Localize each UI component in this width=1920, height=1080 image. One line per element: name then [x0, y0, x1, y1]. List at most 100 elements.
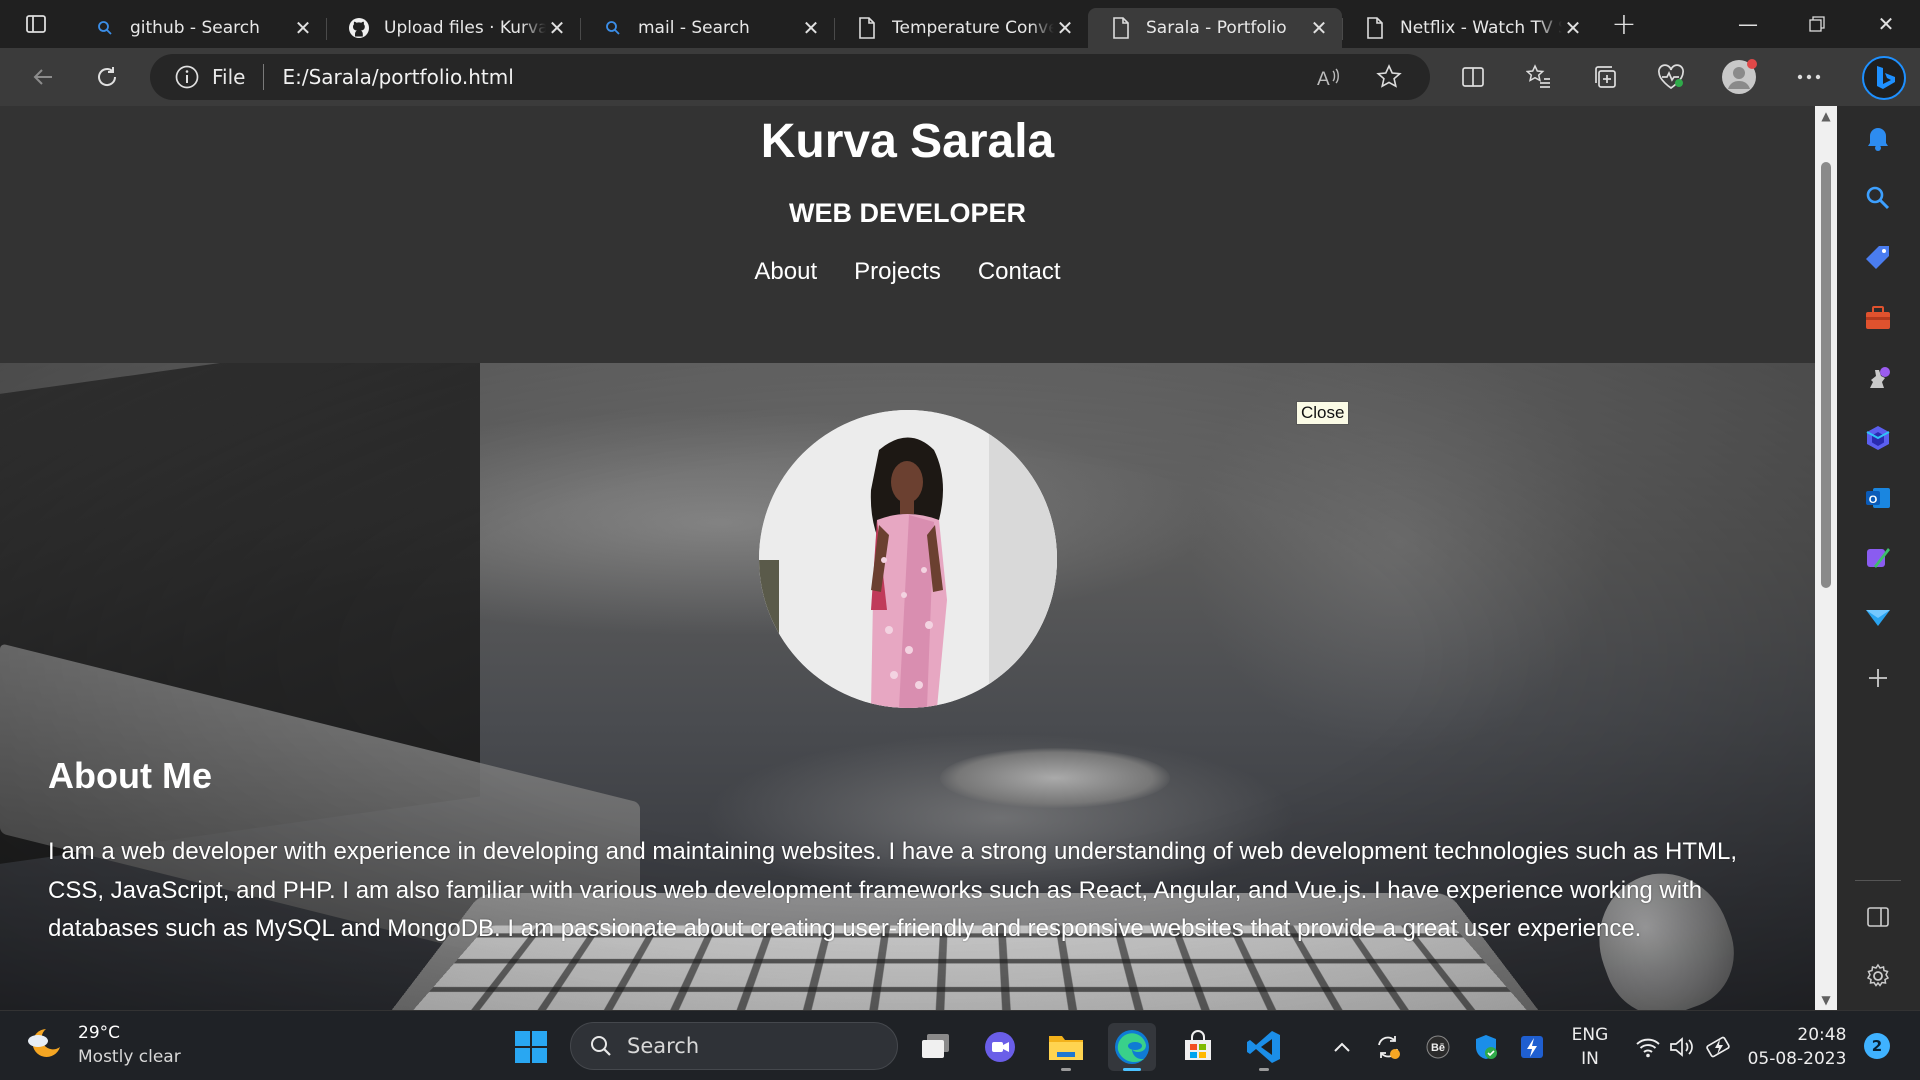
volume-icon[interactable] [1664, 1023, 1700, 1071]
tab-title: Upload files · Kurvas [384, 18, 546, 38]
settings-gear-icon[interactable] [1858, 956, 1898, 996]
collections-icon [1595, 66, 1616, 88]
tab-mail-search[interactable]: mail - Search ✕ [580, 8, 834, 48]
more-dots-icon [1797, 74, 1821, 80]
profile-button[interactable] [1716, 54, 1762, 100]
refresh-button[interactable] [84, 54, 130, 100]
nav-link-projects[interactable]: Projects [854, 258, 941, 286]
scroll-thumb[interactable] [1821, 162, 1831, 588]
tools-briefcase-icon[interactable] [1858, 298, 1898, 338]
tab-temperature-converter[interactable]: Temperature Converter ✕ [834, 8, 1088, 48]
weather-widget[interactable]: 29°C Mostly clear [24, 1021, 181, 1069]
about-paragraph: I am a web developer with experience in … [48, 838, 1738, 942]
search-icon[interactable] [1858, 178, 1898, 218]
avatar-icon [1722, 59, 1757, 94]
favorites-list-icon [1526, 64, 1550, 88]
system-clock[interactable]: 20:48 05-08-2023 [1746, 1023, 1848, 1071]
tab-sarala-portfolio[interactable]: Sarala - Portfolio ✕ [1088, 8, 1342, 48]
split-screen-button[interactable] [1450, 54, 1496, 100]
windows-taskbar: 29°C Mostly clear Search Bē ENG IN 20:48… [0, 1010, 1920, 1080]
tab-actions-icon [26, 15, 46, 33]
chat-icon [985, 1032, 1015, 1062]
add-sidebar-app-icon[interactable] [1858, 658, 1898, 698]
outlook-icon[interactable]: O [1858, 478, 1898, 518]
scroll-up-arrow-icon[interactable]: ▲ [1815, 106, 1837, 126]
new-tab-button[interactable]: + [1600, 4, 1648, 44]
chevron-up-icon [1334, 1042, 1350, 1052]
tab-close-button[interactable]: ✕ [292, 16, 314, 40]
microsoft-365-icon[interactable] [1858, 418, 1898, 458]
wifi-icon[interactable] [1628, 1023, 1668, 1071]
tab-netflix[interactable]: Netflix - Watch TV Shows ✕ [1342, 8, 1596, 48]
microsoft-store-button[interactable] [1174, 1023, 1222, 1071]
show-hidden-icons-button[interactable] [1324, 1023, 1360, 1071]
scroll-down-arrow-icon[interactable]: ▼ [1815, 990, 1837, 1010]
more-options-button[interactable] [1786, 54, 1832, 100]
games-chess-icon[interactable] [1858, 358, 1898, 398]
notification-badge[interactable]: 2 [1864, 1033, 1890, 1059]
restore-icon [1809, 16, 1825, 32]
nav-link-contact[interactable]: Contact [978, 258, 1061, 286]
scheme-label: File [212, 65, 246, 89]
restore-button[interactable] [1782, 0, 1852, 48]
moon-cloud-icon [28, 1029, 60, 1057]
browser-essentials-button[interactable] [1648, 54, 1694, 100]
page-scrollbar[interactable]: ▲ ▼ [1815, 106, 1837, 1010]
region-code: IN [1581, 1049, 1599, 1069]
tab-close-button[interactable]: ✕ [1562, 16, 1584, 40]
active-indicator [1123, 1068, 1141, 1071]
info-icon[interactable] [170, 60, 204, 94]
profile-photo [759, 410, 1057, 708]
clock-time: 20:48 [1797, 1025, 1847, 1045]
url-text[interactable]: E:/Sarala/portfolio.html [282, 65, 513, 89]
site-header: Kurva Sarala WEB DEVELOPER About Project… [0, 106, 1815, 363]
heart-pulse-icon [1658, 64, 1684, 90]
tab-actions-button[interactable] [0, 0, 72, 48]
taskbar-search[interactable]: Search [570, 1022, 898, 1070]
vscode-button[interactable] [1240, 1023, 1288, 1071]
collections-button[interactable] [1582, 54, 1628, 100]
behance-tray-icon[interactable]: Bē [1420, 1023, 1456, 1071]
tab-close-button[interactable]: ✕ [546, 16, 568, 40]
site-nav: About Projects Contact [0, 258, 1815, 286]
hide-sidebar-icon[interactable] [1858, 897, 1898, 937]
close-window-button[interactable]: ✕ [1851, 0, 1920, 48]
language-code: ENG [1571, 1025, 1609, 1045]
page-viewport[interactable]: Kurva Sarala WEB DEVELOPER About Project… [0, 106, 1815, 1010]
tab-close-button[interactable]: ✕ [1308, 16, 1330, 40]
task-view-button[interactable] [912, 1023, 960, 1071]
task-view-icon [922, 1034, 949, 1058]
tab-upload-files[interactable]: Upload files · Kurvas ✕ [326, 8, 580, 48]
running-indicator [1061, 1068, 1071, 1071]
start-button[interactable] [507, 1023, 555, 1071]
address-bar[interactable]: File E:/Sarala/portfolio.html A [150, 54, 1430, 100]
edge-sidebar: O [1837, 106, 1920, 1010]
shopping-tag-icon[interactable] [1858, 238, 1898, 278]
address-divider [263, 64, 265, 90]
page-icon [856, 17, 878, 39]
notifications-bell-icon[interactable] [1858, 118, 1898, 158]
designer-icon[interactable] [1858, 538, 1898, 578]
nav-link-about[interactable]: About [754, 258, 817, 286]
security-shield-icon[interactable] [1468, 1023, 1504, 1071]
read-aloud-icon[interactable]: A [1312, 60, 1346, 94]
sync-tray-icon[interactable] [1370, 1023, 1406, 1071]
favorites-button[interactable] [1516, 54, 1562, 100]
copilot-button[interactable] [1848, 48, 1920, 108]
tab-close-button[interactable]: ✕ [1054, 16, 1076, 40]
favorite-star-icon[interactable] [1372, 60, 1406, 94]
tab-title: Sarala - Portfolio [1146, 18, 1287, 38]
back-button[interactable] [20, 54, 66, 100]
tab-close-button[interactable]: ✕ [800, 16, 822, 40]
power-tray-icon[interactable] [1514, 1023, 1550, 1071]
battery-charging-icon[interactable] [1700, 1023, 1740, 1071]
hero-section: Close About Me I am a web developer with… [0, 363, 1815, 1010]
edge-taskbar-button[interactable] [1108, 1023, 1156, 1071]
language-indicator[interactable]: ENG IN [1560, 1023, 1620, 1071]
minimize-button[interactable]: — [1713, 0, 1783, 48]
site-title: Kurva Sarala [760, 115, 1055, 168]
drop-send-icon[interactable] [1858, 598, 1898, 638]
file-explorer-button[interactable] [1042, 1023, 1090, 1071]
tab-github-search[interactable]: github - Search ✕ [72, 8, 326, 48]
teams-chat-button[interactable] [976, 1023, 1024, 1071]
